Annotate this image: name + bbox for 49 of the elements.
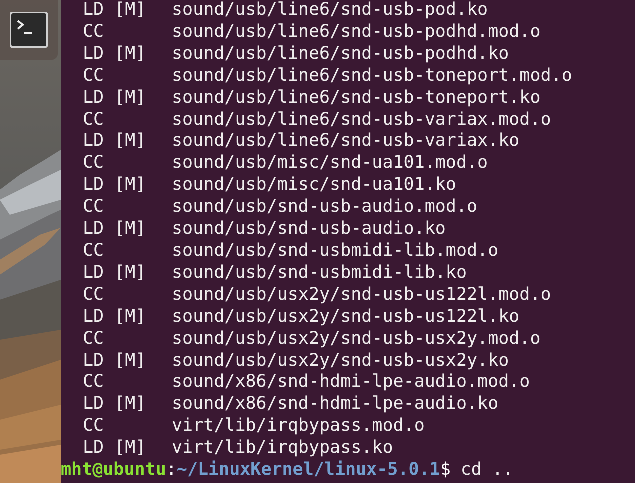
build-step: CC	[61, 328, 172, 350]
file-path: sound/usb/usx2y/snd-usb-us122l.ko	[172, 306, 520, 329]
prompt-symbol: $	[440, 460, 451, 482]
file-path: sound/usb/misc/snd-ua101.ko	[172, 175, 456, 198]
file-path: sound/x86/snd-hdmi-lpe-audio.mod.o	[172, 372, 530, 394]
file-path: sound/usb/line6/snd-usb-pod.ko	[172, 0, 488, 22]
build-step: CC	[61, 22, 172, 44]
build-step: CC	[61, 372, 172, 394]
file-path: sound/usb/misc/snd-ua101.mod.o	[172, 153, 488, 176]
build-step: LD [M]	[61, 438, 172, 460]
file-path: sound/usb/line6/snd-usb-podhd.ko	[172, 44, 510, 66]
build-step: LD [M]	[61, 306, 172, 329]
file-path: virt/lib/irqbypass.mod.o	[172, 416, 425, 438]
file-path: sound/usb/usx2y/snd-usb-usx2y.mod.o	[172, 328, 541, 350]
file-path: sound/usb/line6/snd-usb-variax.mod.o	[172, 110, 552, 132]
file-path: sound/usb/snd-usb-audio.mod.o	[172, 197, 478, 220]
build-step: LD [M]	[61, 175, 172, 198]
build-step: CC	[61, 110, 172, 132]
build-step: LD [M]	[61, 219, 172, 241]
command-text: cd ..	[460, 460, 514, 482]
file-path: sound/usb/line6/snd-usb-toneport.ko	[172, 88, 541, 110]
build-step: LD [M]	[61, 131, 172, 154]
terminal-icon[interactable]	[10, 12, 48, 48]
build-step: LD [M]	[61, 88, 172, 110]
file-path: sound/usb/snd-usbmidi-lib.ko	[172, 262, 468, 285]
launcher-item[interactable]	[0, 0, 58, 60]
build-step: CC	[61, 66, 172, 88]
build-step: LD [M]	[61, 0, 172, 22]
prompt-user: mht@ubuntu	[61, 460, 166, 482]
file-path: sound/usb/line6/snd-usb-toneport.mod.o	[172, 66, 572, 88]
file-path: sound/usb/usx2y/snd-usb-us122l.mod.o	[172, 284, 552, 307]
build-step: CC	[61, 240, 172, 263]
build-step: CC	[61, 284, 172, 307]
file-path: sound/usb/usx2y/snd-usb-usx2y.ko	[172, 350, 510, 372]
file-path: sound/usb/line6/snd-usb-variax.ko	[172, 131, 520, 154]
file-path: virt/lib/irqbypass.ko	[172, 438, 394, 460]
prompt-path: ~/LinuxKernel/linux-5.0.1	[176, 460, 440, 482]
file-path: sound/usb/snd-usbmidi-lib.mod.o	[172, 240, 499, 263]
build-step: CC	[61, 197, 172, 220]
prompt-separator: :	[166, 460, 177, 482]
build-step: LD [M]	[61, 44, 172, 66]
build-step: LD [M]	[61, 350, 172, 372]
file-path: sound/usb/snd-usb-audio.ko	[172, 219, 446, 241]
build-step: LD [M]	[61, 262, 172, 285]
build-step: CC	[61, 153, 172, 176]
build-step: CC	[61, 416, 172, 438]
file-path: sound/x86/snd-hdmi-lpe-audio.ko	[172, 394, 499, 416]
file-path: sound/usb/line6/snd-usb-podhd.mod.o	[172, 22, 541, 44]
build-step: LD [M]	[61, 394, 172, 416]
